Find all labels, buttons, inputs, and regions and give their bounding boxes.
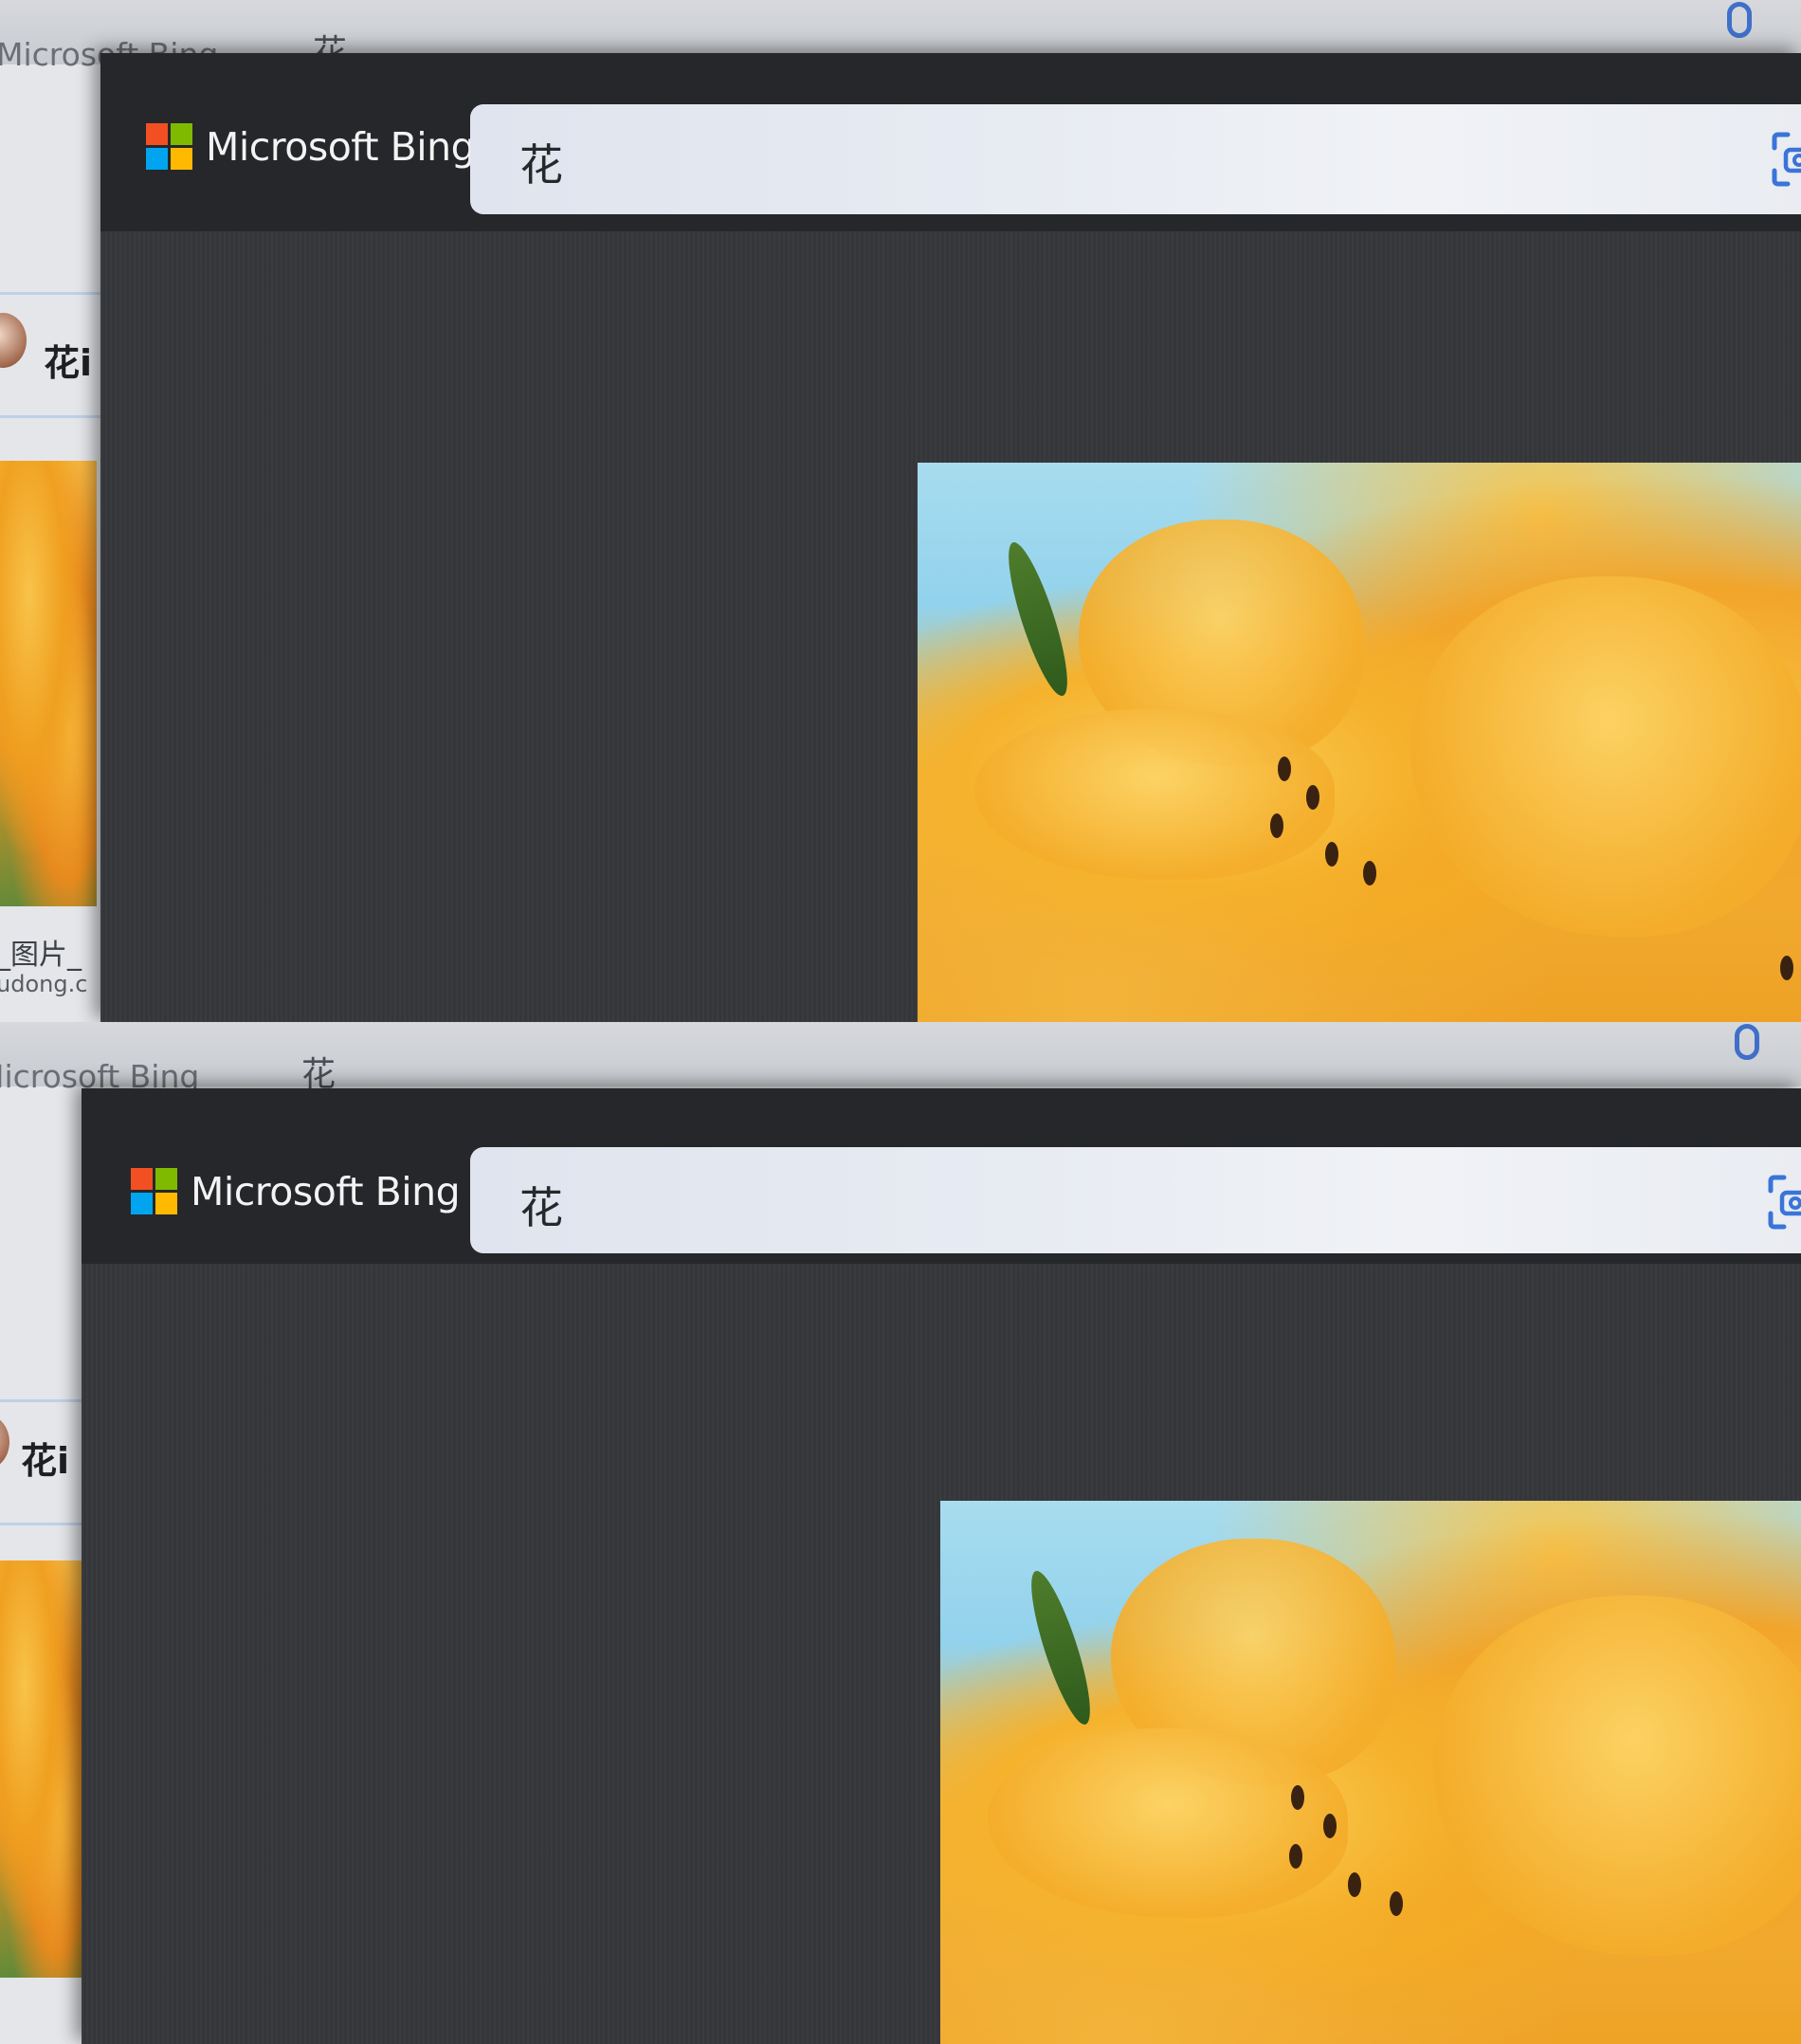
bing-visual-search-window: Microsoft Bing 花 [100, 53, 1801, 1022]
bing-visual-search-window: Microsoft Bing 花 [82, 1088, 1801, 2044]
bing-brand-name: Microsoft Bing [206, 123, 476, 170]
background-mic-icon[interactable] [1727, 2, 1752, 38]
background-result-url: udong.c [0, 971, 88, 997]
microsoft-logo-icon [131, 1168, 177, 1214]
avatar [0, 313, 27, 368]
results-area [82, 1264, 1801, 2044]
bing-header: Microsoft Bing 花 [82, 1088, 1801, 1264]
background-result-title[interactable]: 花i [21, 1432, 69, 1484]
result-image-flower[interactable] [918, 463, 1801, 1022]
search-box[interactable]: 花 [470, 104, 1801, 214]
bing-brand-name: Microsoft Bing [191, 1168, 461, 1214]
background-result-thumbnail[interactable] [0, 1560, 82, 1978]
screenshot-bottom: Microsoft Bing 花 花i _图片_ Microsoft Bing … [0, 1022, 1801, 2044]
background-mic-icon[interactable] [1735, 1024, 1759, 1060]
search-input[interactable]: 花 [519, 1174, 563, 1236]
result-image-flower[interactable] [940, 1501, 1801, 2044]
search-box[interactable]: 花 [470, 1147, 1801, 1253]
bing-logo[interactable]: Microsoft Bing [146, 123, 476, 170]
screenshot-top: Microsoft Bing 花 花i _图片_ udong.c Microso… [0, 0, 1801, 1022]
microsoft-logo-icon [146, 123, 192, 170]
background-divider [0, 292, 104, 295]
background-result-thumbnail[interactable] [0, 461, 97, 906]
results-area [100, 231, 1801, 1022]
bing-logo[interactable]: Microsoft Bing [131, 1168, 461, 1214]
bing-header: Microsoft Bing 花 [100, 53, 1801, 231]
background-results: 花i _图片_ udong.c [0, 64, 104, 1022]
visual-search-icon[interactable] [1767, 1174, 1801, 1231]
background-result-title[interactable]: 花i [44, 334, 92, 386]
background-result-caption[interactable]: _图片_ [0, 931, 82, 973]
visual-search-icon[interactable] [1771, 131, 1801, 188]
background-divider [0, 415, 104, 418]
avatar [0, 1414, 9, 1469]
search-input[interactable]: 花 [519, 131, 563, 193]
background-header [0, 1022, 1801, 1086]
